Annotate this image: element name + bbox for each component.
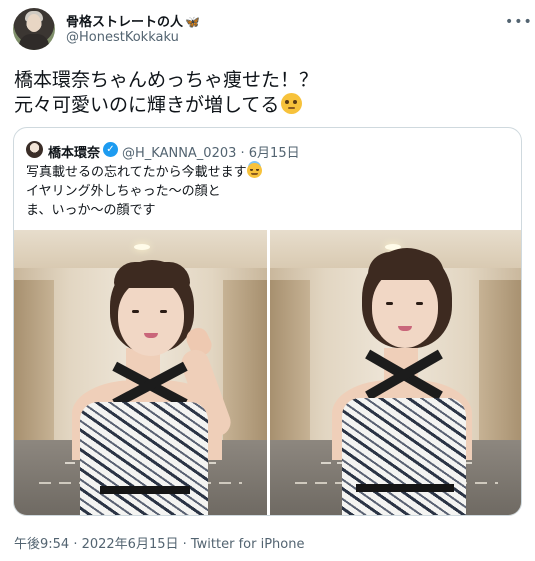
dress-belt (100, 486, 190, 494)
butterfly-emoji-icon: 🦋 (185, 15, 200, 29)
author-handle[interactable]: @HonestKokkaku (66, 30, 179, 45)
quoted-text-line-3: ま、いっか〜の顔です (26, 203, 156, 218)
tweet-text-line-2: 元々可愛いのに輝きが増してる (14, 94, 280, 116)
author-name-text: 骨格ストレートの人 (66, 15, 184, 30)
woman-figure (14, 230, 267, 515)
author-avatar[interactable] (13, 8, 55, 50)
face (372, 270, 438, 348)
tweet-text-line-1: 橋本環奈ちゃんめっちゃ痩せた！？ (14, 69, 319, 91)
verified-badge-icon: ✓ (103, 142, 118, 157)
face (118, 280, 184, 356)
tweet-text-line-2-wrap: 元々可愛いのに輝きが増してる (14, 93, 524, 118)
quoted-text-line-1: 写真載せるの忘れてたから今載せます (26, 165, 247, 180)
tweet: 骨格ストレートの人 🦋 @HonestKokkaku ••• 橋本環奈ちゃんめっち… (0, 0, 535, 561)
hallway-photo-left[interactable] (14, 230, 267, 515)
avatar-body (19, 34, 49, 50)
hallway-photo-right[interactable] (270, 230, 521, 515)
eye-left (132, 310, 139, 313)
quoted-tweet-card[interactable]: 橋本環奈 ✓ @H_KANNA_0203 · 6月15日 写真載せるの忘れてたか… (13, 127, 522, 516)
tweet-timestamp[interactable]: 午後9:54 · 2022年6月15日 · Twitter for iPhone (14, 533, 304, 552)
eye-left (386, 302, 393, 305)
quoted-author-name: 橋本環奈 (48, 146, 101, 161)
eye-right (416, 302, 423, 305)
avatar-face (27, 14, 41, 32)
bangs (114, 262, 190, 288)
quoted-text-line-2: イヤリング外しちゃった〜の顔と (26, 184, 221, 199)
bangs (368, 252, 444, 280)
woman-figure (270, 230, 521, 515)
more-dots-icon[interactable]: ••• (505, 14, 533, 30)
quoted-tweet-text: 写真載せるの忘れてたから今載せます イヤリング外しちゃった〜の顔と ま、いっか〜… (26, 163, 506, 220)
dress-belt (356, 484, 454, 492)
quoted-text-line-1-wrap: 写真載せるの忘れてたから今載せます (26, 163, 506, 182)
pleading-face-emoji-icon (281, 93, 303, 114)
quoted-author-avatar (26, 141, 43, 158)
author-name[interactable]: 骨格ストレートの人 🦋 (66, 11, 200, 30)
tweet-text: 橋本環奈ちゃんめっちゃ痩せた！？ 元々可愛いのに輝きが増してる (14, 68, 524, 118)
smiling-halo-emoji-icon (246, 163, 262, 178)
eye-right (160, 310, 167, 313)
patterned-dress (342, 398, 466, 515)
patterned-dress (80, 402, 208, 515)
quoted-tweet-meta: @H_KANNA_0203 · 6月15日 (122, 146, 300, 161)
